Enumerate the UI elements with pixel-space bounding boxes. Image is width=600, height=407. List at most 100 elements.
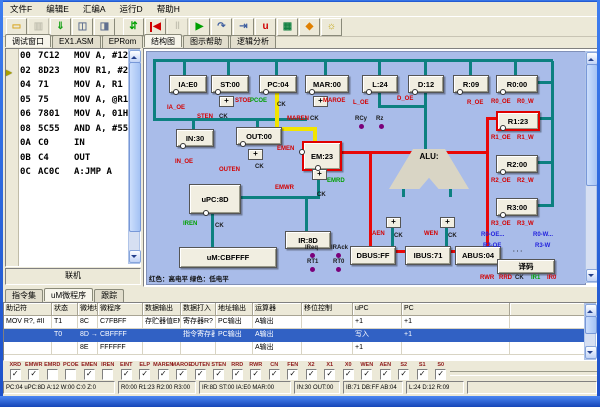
scrollbar-thumb[interactable] <box>585 316 597 334</box>
left-tab-0[interactable]: 调试窗口 <box>5 34 51 47</box>
open-file-button[interactable]: ▭ <box>6 18 27 36</box>
bottom-tab-0[interactable]: 指令集 <box>5 289 43 302</box>
code-line[interactable]: 0BC4OUT <box>20 153 128 168</box>
signal-checkbox-s2[interactable]: ✓ <box>398 369 409 380</box>
step-into-button[interactable]: ↷ <box>211 18 232 36</box>
signal-checkbox-maroe[interactable]: ✓ <box>176 369 187 380</box>
menu-item-4[interactable]: 帮助H <box>150 3 187 15</box>
left-tab-1[interactable]: EX1.ASM <box>52 35 101 48</box>
c-asm: MOV R1, #23H <box>74 66 128 76</box>
micro-view-button[interactable]: u <box>255 18 276 36</box>
code-line[interactable]: 0AC0IN <box>20 138 128 153</box>
signal-checkbox-rrd[interactable]: ✓ <box>232 369 243 380</box>
code-line[interactable]: 0575MOV A, @R1 <box>20 95 128 110</box>
menu-item-0[interactable]: 文件F <box>3 3 39 15</box>
c-bytes: 7C12 <box>38 51 74 61</box>
run-icon: ▶ <box>196 22 204 32</box>
bus-wire <box>536 81 551 84</box>
bottom-tab-1[interactable]: uM微程序 <box>44 288 93 301</box>
column-header-2[interactable]: 微地址 <box>78 303 98 316</box>
column-header-9[interactable]: uPC <box>353 303 402 316</box>
column-header-6[interactable]: 地址输出 <box>216 303 253 316</box>
scroll-down-icon[interactable] <box>129 250 141 263</box>
signal-checkbox-iren[interactable] <box>102 369 113 380</box>
register-box-dbus[interactable]: DBUS:FF <box>350 246 396 265</box>
code-line[interactable]: 028D23MOV R1, #23H <box>20 66 128 81</box>
register-box-upc[interactable]: uPC:8D <box>189 184 241 214</box>
signal-checkbox-outen[interactable]: ✓ <box>195 369 206 380</box>
table-cell <box>302 316 353 329</box>
right-tab-0[interactable]: 结构图 <box>144 34 182 47</box>
code-line[interactable]: 0CAC0CA:JMP A <box>20 167 128 182</box>
menu-item-1[interactable]: 编辑E <box>39 3 76 15</box>
signal-checkbox-aen[interactable]: ✓ <box>380 369 391 380</box>
register-box-um[interactable]: uM:CBFFFF <box>179 247 277 268</box>
code-scrollbar[interactable] <box>128 49 140 264</box>
signal-checkbox-s1[interactable]: ✓ <box>417 369 428 380</box>
compare-program-button[interactable]: ◨ <box>94 18 115 36</box>
signal-checkbox-sten[interactable]: ✓ <box>213 369 224 380</box>
signal-checkbox-xrd[interactable]: ✓ <box>10 369 21 380</box>
signal-checkbox-x1[interactable]: ✓ <box>324 369 335 380</box>
register-box-em[interactable]: EM:23 <box>302 141 342 171</box>
signal-name-label: RRD <box>499 275 512 281</box>
column-header-5[interactable]: 数据打入 <box>181 303 216 316</box>
signal-checkbox-wen[interactable]: ✓ <box>361 369 372 380</box>
signal-checkbox-emwr[interactable]: ✓ <box>28 369 39 380</box>
signal-name-label: L_OE <box>353 100 369 106</box>
code-line[interactable]: 0471MOV A, R1 <box>20 80 128 95</box>
interrupt-dot <box>379 124 384 129</box>
register-box-ibus[interactable]: IBUS:71 <box>405 246 451 265</box>
signal-checkbox-x2[interactable]: ✓ <box>306 369 317 380</box>
signal-checkbox-rwr[interactable]: ✓ <box>250 369 261 380</box>
table-row-2[interactable]: 8EFFFFFFA输出+1 <box>4 342 596 355</box>
help-tip-button[interactable]: ☼ <box>321 18 342 36</box>
column-header-1[interactable]: 状态 <box>52 303 78 316</box>
signal-checkbox-cn[interactable]: ✓ <box>269 369 280 380</box>
column-header-4[interactable]: 数据输出 <box>143 303 181 316</box>
table-row-0[interactable]: MOV R?, #IIT18CC7FBFF存贮器值EM寄存器R?PC输出A输出+… <box>4 316 596 329</box>
register-box-decoder[interactable]: 译码 <box>497 259 555 274</box>
table-cell <box>216 342 253 355</box>
table-row-1[interactable]: T08D →CBFFFF指令寄存器IPC输出A输出写入+1 <box>4 329 596 342</box>
column-header-10[interactable]: PC <box>402 303 510 316</box>
diagram-scrollbar[interactable] <box>585 51 597 283</box>
column-header-3[interactable]: 微程序 <box>98 303 143 316</box>
menu-item-2[interactable]: 汇编A <box>76 3 113 15</box>
left-tab-2[interactable]: EPRom <box>102 35 144 48</box>
code-line[interactable]: 085C55AND A, #55H <box>20 124 128 139</box>
code-line[interactable]: 067801MOV A, 01H <box>20 109 128 124</box>
signal-checkbox-x0[interactable]: ✓ <box>343 369 354 380</box>
bottom-tab-2[interactable]: 跟踪 <box>94 289 124 302</box>
bus-wire <box>153 59 553 62</box>
verify-program-button[interactable]: ◫ <box>72 18 93 36</box>
reset-button[interactable]: ◀ <box>145 18 166 36</box>
run-button[interactable]: ▶ <box>189 18 210 36</box>
wave-view-button[interactable]: ◆ <box>299 18 320 36</box>
logic-analyzer-button[interactable]: ▦ <box>277 18 298 36</box>
column-header-8[interactable]: 移位控制 <box>302 303 353 316</box>
signal-checkbox-eint[interactable]: ✓ <box>121 369 132 380</box>
right-tab-2[interactable]: 逻辑分析 <box>230 35 276 48</box>
connector-pin <box>240 141 246 147</box>
signal-checkbox-maren[interactable]: ✓ <box>158 369 169 380</box>
signal-checkbox-s0[interactable]: ✓ <box>435 369 446 380</box>
signal-checkbox-fen[interactable]: ✓ <box>287 369 298 380</box>
signal-checkbox-emrd[interactable] <box>47 369 58 380</box>
right-tab-1[interactable]: 图示帮助 <box>183 35 229 48</box>
code-line[interactable]: 007C12MOV A, #12H <box>20 51 128 66</box>
signal-checkbox-emen[interactable]: ✓ <box>84 369 95 380</box>
column-header-0[interactable]: 助记符 <box>4 303 52 316</box>
save-file-button[interactable]: ▥ <box>28 18 49 36</box>
download-program-button[interactable]: ⇓ <box>50 18 71 36</box>
table-scrollbar[interactable] <box>584 303 596 360</box>
menu-item-3[interactable]: 运行D <box>113 3 150 15</box>
column-header-7[interactable]: 运算器 <box>253 303 302 316</box>
signal-checkbox-pcoe[interactable] <box>65 369 76 380</box>
sync-refresh-button[interactable]: ⇵ <box>123 18 144 36</box>
pause-button[interactable]: ‖ <box>167 18 188 36</box>
scrollbar-thumb[interactable] <box>129 62 141 232</box>
step-over-button[interactable]: ⇥ <box>233 18 254 36</box>
signal-checkbox-elp[interactable]: ✓ <box>139 369 150 380</box>
scroll-down-icon[interactable] <box>585 346 597 359</box>
